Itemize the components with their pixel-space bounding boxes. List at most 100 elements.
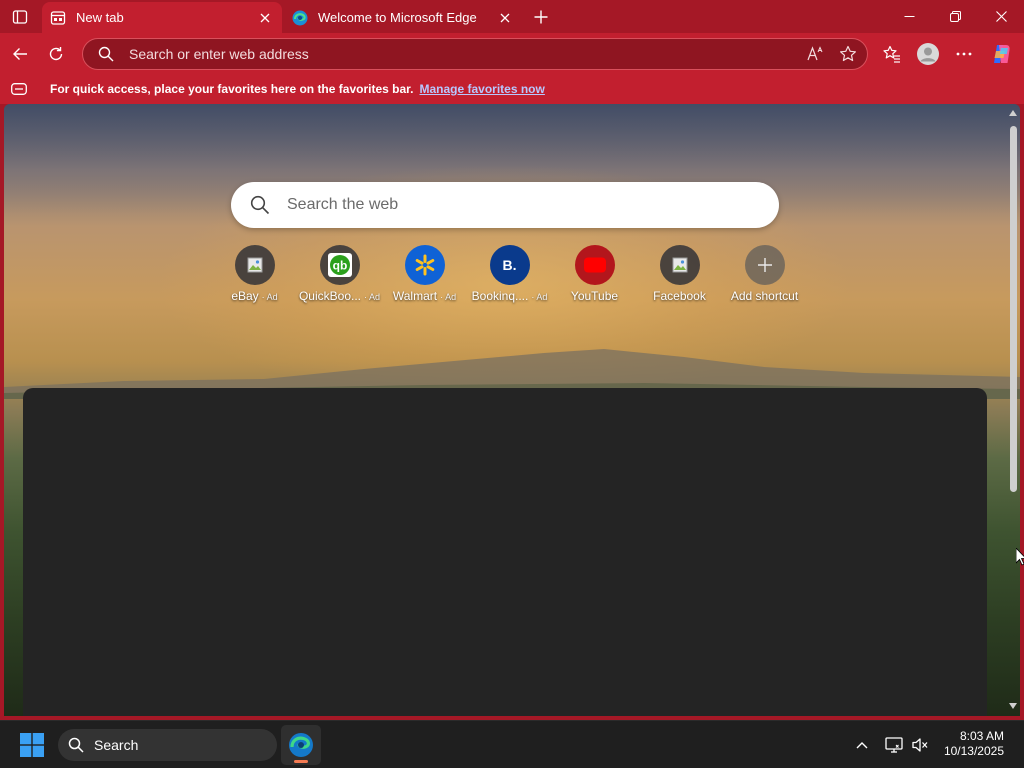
shortcut-label: Walmart: [392, 289, 438, 303]
shortcut-booking[interactable]: B. Bookinq.... · Ad: [467, 245, 552, 309]
web-search-input[interactable]: [287, 196, 779, 214]
scroll-down-arrow-icon[interactable]: [1009, 702, 1017, 710]
restore-button[interactable]: [932, 0, 978, 33]
shortcut-label: Facebook: [653, 289, 706, 303]
favorites-button[interactable]: [877, 39, 907, 69]
search-icon: [68, 737, 84, 753]
address-input[interactable]: [129, 46, 803, 62]
windows-taskbar: Search 8:03 AM 10/13/2025: [0, 720, 1024, 768]
shortcut-tile: [574, 245, 615, 285]
network-icon: [885, 737, 903, 753]
read-aloud-button[interactable]: [803, 41, 829, 67]
refresh-icon: [49, 47, 63, 61]
plus-icon: [534, 10, 548, 24]
tab-title: Welcome to Microsoft Edge: [318, 10, 477, 25]
search-icon: [98, 46, 114, 62]
clock-time: 8:03 AM: [959, 729, 1004, 743]
shortcut-quickbooks[interactable]: qb QuickBoo... · Ad: [297, 245, 382, 309]
address-bar[interactable]: [82, 38, 868, 70]
favorites-icon: [883, 45, 900, 63]
refresh-button[interactable]: [41, 39, 71, 69]
profile-button[interactable]: [913, 39, 943, 69]
volume-muted-icon: [912, 738, 928, 752]
svg-text:qb: qb: [332, 259, 347, 273]
ad-badge: · Ad: [364, 292, 381, 302]
new-tab-page: eBay· Ad qb QuickBoo...· Ad: [4, 104, 1020, 716]
windows-logo-icon: [20, 733, 44, 757]
broken-image-icon: [247, 257, 262, 273]
running-indicator: [294, 760, 308, 763]
booking-logo-icon: B.: [502, 257, 517, 273]
search-icon: [249, 194, 271, 216]
volume-button[interactable]: [907, 729, 933, 761]
page-scrollbar[interactable]: [1006, 104, 1020, 716]
avatar-icon: [917, 43, 939, 65]
ad-badge: · Ad: [440, 292, 457, 302]
back-button[interactable]: [5, 39, 35, 69]
close-icon: [260, 13, 270, 22]
manage-favorites-link[interactable]: Manage favorites now: [419, 82, 544, 96]
tab-title: New tab: [76, 10, 124, 25]
clock-date: 10/13/2025: [943, 744, 1004, 758]
shortcut-label: eBay: [231, 289, 259, 303]
close-window-button[interactable]: [978, 0, 1024, 33]
shortcut-tile: [659, 245, 700, 285]
browser-window: New tab Welcome to Microsoft Edge Search…: [0, 0, 1024, 720]
favorites-bar-message: For quick access, place your favorites h…: [50, 82, 414, 96]
close-icon: [500, 13, 510, 22]
ad-badge: · Ad: [531, 292, 548, 302]
network-status-button[interactable]: [881, 729, 907, 761]
close-tab-button[interactable]: [256, 9, 274, 27]
add-shortcut-button[interactable]: Add shortcut: [722, 245, 807, 309]
tab-strip: New tab Welcome to Microsoft Edge: [0, 0, 1024, 33]
copilot-button[interactable]: [986, 39, 1016, 69]
shortcut-label: YouTube: [570, 289, 619, 303]
quickbooks-logo-icon: qb: [327, 253, 352, 277]
more-horizontal-icon: [956, 52, 972, 56]
minimize-button[interactable]: [886, 0, 932, 33]
tab-new-tab[interactable]: New tab: [42, 2, 282, 33]
shortcut-ebay[interactable]: eBay · Ad: [212, 245, 297, 309]
plus-icon: [757, 258, 772, 272]
system-clock[interactable]: 8:03 AM 10/13/2025: [944, 729, 1004, 759]
close-tab-button[interactable]: [496, 9, 514, 27]
shortcut-facebook[interactable]: Facebook: [637, 245, 722, 309]
tab-actions-button[interactable]: [8, 5, 32, 29]
chevron-up-icon: [856, 742, 868, 749]
add-favorite-button[interactable]: [835, 41, 861, 67]
shortcut-tile: [404, 245, 445, 285]
edge-logo-icon: [292, 10, 308, 26]
shortcut-tile: qb: [319, 245, 360, 285]
close-icon: [995, 11, 1007, 22]
scrollbar-thumb[interactable]: [1010, 126, 1017, 492]
new-tab-button[interactable]: [528, 4, 554, 30]
new-tab-page-icon: [50, 10, 66, 26]
copilot-icon: [994, 45, 1010, 63]
ad-badge: · Ad: [261, 292, 278, 302]
shortcut-walmart[interactable]: Walmart · Ad: [382, 245, 467, 309]
content-feed-panel: [23, 388, 987, 716]
web-search-box[interactable]: [231, 182, 779, 228]
taskbar-edge-app[interactable]: [281, 725, 321, 765]
walmart-logo-icon: [415, 254, 434, 276]
settings-more-button[interactable]: [949, 39, 979, 69]
minimize-icon: [904, 16, 914, 17]
shortcut-youtube[interactable]: YouTube: [552, 245, 637, 309]
quick-links: eBay · Ad qb QuickBoo... · Ad Walmart · …: [216, 245, 816, 309]
youtube-logo-icon: [583, 257, 606, 273]
arrow-left-icon: [13, 48, 27, 60]
tab-welcome-edge[interactable]: Welcome to Microsoft Edge: [284, 2, 522, 33]
shortcut-label: Add shortcut: [730, 289, 799, 303]
shortcut-label: Bookinq....: [471, 289, 529, 303]
navigation-toolbar: [0, 33, 1024, 74]
taskbar-search[interactable]: Search: [58, 729, 277, 761]
show-hidden-icons-button[interactable]: [850, 729, 874, 761]
shortcut-tile: B.: [489, 245, 530, 285]
shortcut-label: QuickBoo...: [298, 289, 361, 303]
restore-icon: [949, 11, 961, 22]
read-aloud-icon: [807, 46, 823, 61]
shortcut-tile: [234, 245, 275, 285]
start-button[interactable]: [16, 732, 48, 758]
taskbar-search-label: Search: [94, 737, 139, 753]
scroll-up-arrow-icon[interactable]: [1009, 109, 1017, 117]
